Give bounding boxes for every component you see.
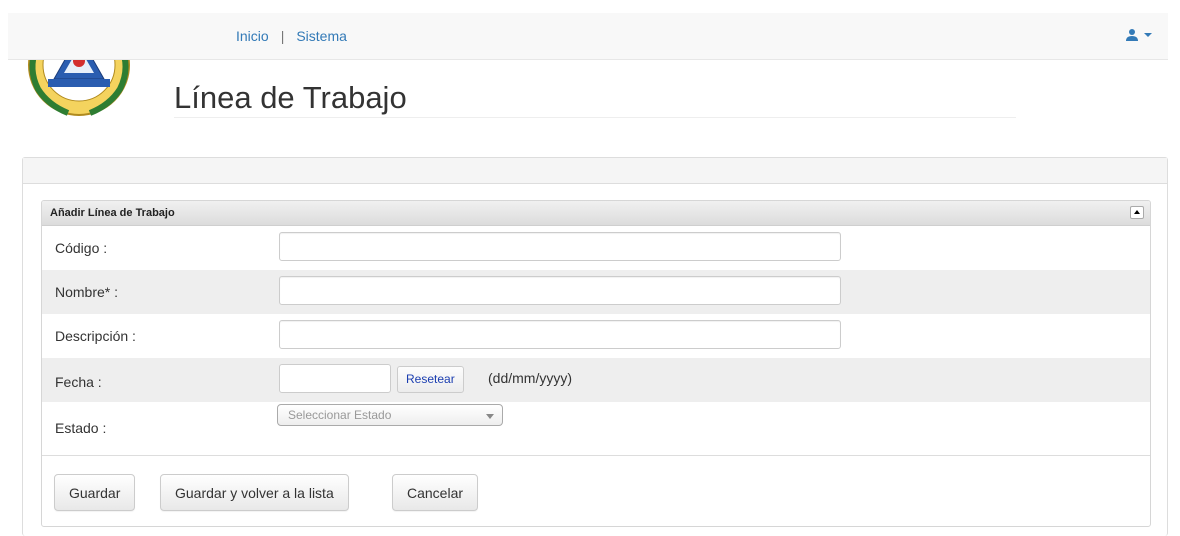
top-navbar: Inicio | Sistema [8,13,1168,60]
nav-link-inicio[interactable]: Inicio [236,28,269,44]
user-icon [1126,29,1138,41]
descripcion-label: Descripción : [55,328,136,344]
nombre-label: Nombre* : [55,284,119,300]
codigo-label: Código : [55,240,108,256]
nav-separator: | [280,28,285,44]
form-row-codigo: Código : [42,226,1150,270]
chevron-down-icon [486,414,494,419]
caret-down-icon [1144,33,1152,37]
page-title: Línea de Trabajo [174,80,1016,118]
nombre-input[interactable] [279,276,841,305]
estado-select-placeholder: Seleccionar Estado [288,408,392,422]
guardar-button[interactable]: Guardar [54,474,136,511]
nav-link-sistema[interactable]: Sistema [296,28,347,44]
fecha-label: Fecha : [55,374,102,390]
form-row-fecha: Fecha : Resetear (dd/mm/yyyy) [42,358,1150,402]
form-row-estado: Estado : Seleccionar Estado [42,402,1150,448]
codigo-input[interactable] [279,232,841,261]
content-panel: Añadir Línea de Trabajo Código : Nombre*… [22,157,1168,536]
panel-heading [23,158,1167,184]
form-row-descripcion: Descripción : [42,314,1150,358]
add-form-box: Añadir Línea de Trabajo Código : Nombre*… [41,200,1151,527]
collapse-up-icon[interactable] [1130,206,1144,219]
cancelar-button[interactable]: Cancelar [392,474,479,511]
form-actions: Guardar Guardar y volver a la lista Canc… [42,455,1150,526]
estado-label: Estado : [55,420,107,436]
box-header: Añadir Línea de Trabajo [42,201,1150,226]
form-row-nombre: Nombre* : [42,270,1150,314]
resetear-button[interactable]: Resetear [397,366,464,393]
box-title: Añadir Línea de Trabajo [50,207,175,219]
date-format-hint: (dd/mm/yyyy) [488,370,572,386]
main-nav: Inicio | Sistema [236,28,347,44]
user-menu-toggle[interactable] [1125,28,1153,42]
fecha-input[interactable] [279,364,391,393]
descripcion-input[interactable] [279,320,841,349]
estado-select[interactable]: Seleccionar Estado [277,404,503,426]
guardar-volver-button[interactable]: Guardar y volver a la lista [160,474,349,511]
